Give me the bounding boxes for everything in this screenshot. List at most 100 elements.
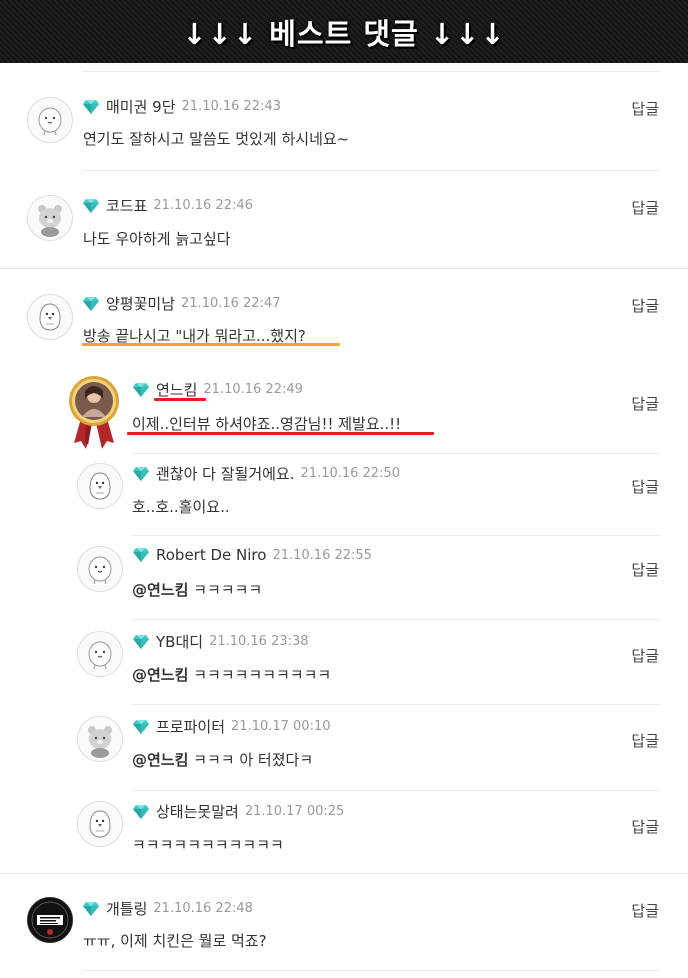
- reply-body: ㅋㅋㅋㅋㅋㅋㅋㅋㅋㅋ: [193, 666, 332, 684]
- diamond-icon: [82, 296, 100, 312]
- reply-date: 21.10.16 22:55: [272, 547, 372, 563]
- reply-button[interactable]: 답글: [631, 197, 659, 218]
- diamond-icon: [132, 634, 150, 650]
- medal-ribbon-icon: [69, 376, 119, 449]
- bear-avatar-icon: [78, 717, 122, 761]
- reply-author[interactable]: 연느킴: [156, 379, 197, 400]
- mention-link[interactable]: @연느킴: [132, 666, 188, 684]
- avatar[interactable]: [77, 631, 123, 677]
- reply-meta: 상태는못말려 21.10.17 00:25: [132, 801, 344, 822]
- bear-avatar-icon: [28, 196, 72, 240]
- reply-text: 호..호..홀이요..: [132, 498, 230, 516]
- comment-author[interactable]: 개틀링: [106, 898, 147, 919]
- reply-author[interactable]: YB대디: [156, 631, 203, 652]
- reply-author[interactable]: 상태는못말려: [156, 801, 239, 822]
- best-comments-banner: ↓↓↓ 베스트 댓글 ↓↓↓: [0, 0, 688, 63]
- comment-author[interactable]: 매미권 9단: [106, 96, 176, 117]
- comment-meta: 코드표 21.10.16 22:46: [82, 195, 253, 216]
- comment-text: 연기도 잘하시고 말씀도 멋있게 하시네요~: [83, 130, 350, 148]
- comment-date: 21.10.16 22:46: [153, 198, 253, 213]
- avatar[interactable]: [27, 294, 73, 340]
- comment-date: 21.10.16 22:43: [181, 99, 282, 114]
- reply-meta: 연느킴 21.10.16 22:49: [132, 379, 303, 400]
- reply-meta: 괜찮아 다 잘될거에요. 21.10.16 22:50: [132, 463, 400, 484]
- comment-author[interactable]: 양평꽃미남: [106, 293, 175, 314]
- penguin-avatar-icon: [78, 802, 122, 846]
- highlight-underline: [154, 398, 206, 401]
- reply-button[interactable]: 답글: [631, 900, 659, 921]
- penguin-avatar-icon: [78, 464, 122, 508]
- divider: [82, 170, 660, 171]
- comment-date: 21.10.16 22:47: [181, 296, 281, 311]
- diamond-icon: [132, 804, 150, 820]
- avatar[interactable]: [77, 716, 123, 762]
- diamond-icon: [82, 99, 100, 115]
- reply-button[interactable]: 답글: [631, 98, 659, 119]
- reply-date: 21.10.16 22:50: [300, 466, 401, 481]
- diamond-icon: [132, 547, 150, 563]
- gatling-logo-icon: [28, 898, 72, 942]
- diamond-icon: [132, 719, 150, 735]
- avatar[interactable]: [27, 195, 73, 241]
- comment-date: 21.10.16 22:48: [153, 901, 253, 916]
- comment-text: ㅠㅠ, 이제 치킨은 뭘로 먹죠?: [83, 932, 267, 950]
- reply-body: ㅋㅋㅋ 아 터졌다ㅋ: [193, 751, 314, 769]
- divider: [82, 970, 660, 971]
- reply-button[interactable]: 답글: [631, 645, 659, 666]
- comment-text: 나도 우아하게 늙고싶다: [83, 230, 231, 248]
- reply-meta: 프로파이터 21.10.17 00:10: [132, 716, 331, 737]
- divider: [132, 535, 660, 536]
- divider: [0, 873, 688, 874]
- avatar[interactable]: [77, 546, 123, 592]
- reply-author[interactable]: 괜찮아 다 잘될거에요.: [156, 463, 295, 484]
- reply-text: @연느킴 ㅋㅋㅋ 아 터졌다ㅋ: [132, 749, 313, 770]
- divider: [82, 71, 660, 72]
- divider: [132, 704, 660, 705]
- comment-meta: 양평꽃미남 21.10.16 22:47: [82, 293, 281, 314]
- reply-meta: Robert De Niro 21.10.16 22:55: [132, 546, 372, 564]
- divider: [132, 790, 660, 791]
- reply-button[interactable]: 답글: [631, 730, 659, 751]
- reply-text: @연느킴 ㅋㅋㅋㅋㅋ: [132, 579, 262, 600]
- reply-text: ㅋㅋㅋㅋㅋㅋㅋㅋㅋㅋㅋ: [132, 836, 284, 854]
- reply-meta: YB대디 21.10.16 23:38: [132, 631, 309, 652]
- comment-meta: 개틀링 21.10.16 22:48: [82, 898, 253, 919]
- avatar[interactable]: [77, 801, 123, 847]
- reply-author[interactable]: 프로파이터: [156, 716, 225, 737]
- reply-button[interactable]: 답글: [631, 816, 659, 837]
- reply-text: @연느킴 ㅋㅋㅋㅋㅋㅋㅋㅋㅋㅋ: [132, 664, 331, 685]
- highlight-underline: [82, 343, 340, 346]
- reply-date: 21.10.17 00:25: [244, 804, 345, 819]
- diamond-icon: [82, 901, 100, 917]
- diamond-icon: [132, 466, 150, 482]
- medal-avatar[interactable]: [68, 375, 120, 450]
- reply-date: 21.10.16 23:38: [209, 634, 309, 649]
- diamond-icon: [132, 382, 150, 398]
- reply-button[interactable]: 답글: [631, 559, 659, 580]
- reply-button[interactable]: 답글: [631, 476, 659, 497]
- avatar[interactable]: [27, 897, 73, 943]
- reply-author[interactable]: Robert De Niro: [156, 546, 266, 564]
- banner-title: ↓↓↓ 베스트 댓글 ↓↓↓: [182, 16, 506, 51]
- reply-button[interactable]: 답글: [631, 393, 659, 414]
- highlight-underline: [127, 432, 434, 435]
- diamond-icon: [82, 198, 100, 214]
- avatar[interactable]: [77, 463, 123, 509]
- reply-date: 21.10.17 00:10: [231, 719, 331, 734]
- penguin-avatar-icon: [28, 295, 72, 339]
- mention-link[interactable]: @연느킴: [132, 581, 188, 599]
- mention-link[interactable]: @연느킴: [132, 751, 188, 769]
- blob-avatar-icon: [78, 632, 122, 676]
- divider: [132, 453, 660, 454]
- reply-date: 21.10.16 22:49: [203, 382, 303, 397]
- avatar[interactable]: [27, 97, 73, 143]
- blob-avatar-icon: [28, 98, 72, 142]
- divider: [132, 619, 660, 620]
- blob-avatar-icon: [78, 547, 122, 591]
- comment-author[interactable]: 코드표: [106, 195, 147, 216]
- comment-meta: 매미권 9단 21.10.16 22:43: [82, 96, 281, 117]
- reply-text: 이제..인터뷰 하셔야죠..영감님!! 제발요..!!: [132, 415, 402, 433]
- divider: [0, 268, 688, 269]
- reply-button[interactable]: 답글: [631, 295, 659, 316]
- reply-body: ㅋㅋㅋㅋㅋ: [193, 581, 263, 599]
